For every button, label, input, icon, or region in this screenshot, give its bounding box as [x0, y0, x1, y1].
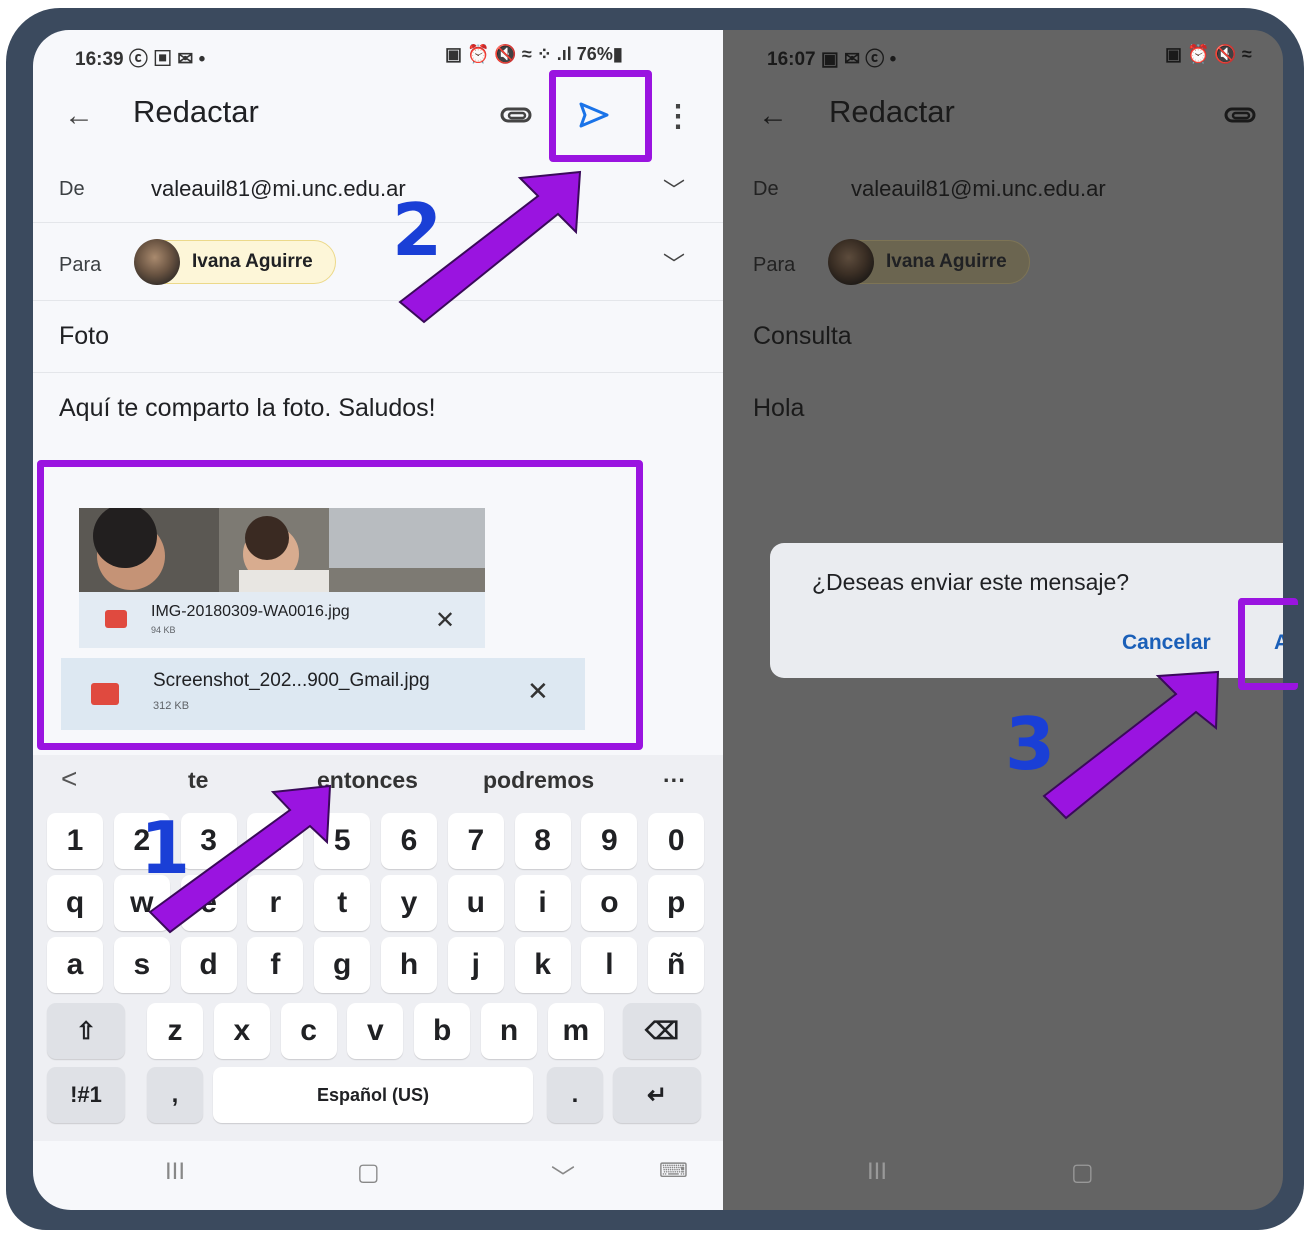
suggestion-bar: < te entonces podremos ··· [33, 755, 723, 811]
navigation-bar: III ▢ ﹀ ⌨ [33, 1140, 723, 1210]
symbols-key[interactable]: !#1 [47, 1067, 125, 1123]
from-label: De [59, 178, 85, 200]
home-icon[interactable]: ▢ [1071, 1158, 1094, 1187]
status-time: 16:07 ▣ ✉ ⓒ • [767, 49, 897, 70]
recipient-name: Ivana Aguirre [192, 251, 313, 272]
recipient-chip[interactable]: Ivana Aguirre [134, 239, 336, 285]
enter-key[interactable]: ↵ [613, 1067, 701, 1123]
backspace-key[interactable]: ⌫ [623, 1003, 701, 1059]
home-icon[interactable]: ▢ [357, 1158, 380, 1187]
recipient-chip[interactable]: Ivana Aguirre [828, 239, 1030, 285]
key-x[interactable]: x [213, 1003, 270, 1059]
from-label: De [753, 178, 779, 200]
body-field[interactable]: Hola [753, 394, 804, 423]
divider [33, 372, 723, 373]
back-nav-icon[interactable]: ﹀ [551, 1158, 575, 1193]
status-time: 16:39 ⓒ ▣ ✉ • [75, 49, 206, 70]
divider [33, 300, 723, 301]
key-6[interactable]: 6 [381, 813, 437, 869]
suggestion-item[interactable]: te [188, 767, 208, 794]
subject-field[interactable]: Consulta [753, 322, 852, 351]
recipient-name: Ivana Aguirre [886, 251, 1007, 272]
navigation-bar: III ▢ [723, 1140, 1283, 1210]
step-number-1: 1 [140, 806, 191, 890]
app-title: Redactar [133, 94, 259, 129]
period-key[interactable]: . [547, 1067, 603, 1123]
send-highlight-box [549, 70, 652, 162]
key-d[interactable]: d [180, 937, 237, 993]
key-k[interactable]: k [514, 937, 571, 993]
from-value: valeauil81@mi.unc.edu.ar [151, 176, 406, 201]
key-i[interactable]: i [514, 875, 571, 931]
key-g[interactable]: g [314, 937, 371, 993]
divider [33, 222, 723, 223]
key-l[interactable]: l [581, 937, 638, 993]
key-c[interactable]: c [280, 1003, 337, 1059]
comma-key[interactable]: , [147, 1067, 203, 1123]
key-h[interactable]: h [381, 937, 437, 993]
paperclip-icon[interactable] [1219, 94, 1263, 138]
to-label: Para [753, 254, 796, 276]
status-icons: ▣ ⏰ 🔇 ≈ ⁘ .ıl 76%▮ [445, 44, 623, 64]
step-number-3: 3 [1005, 702, 1056, 786]
recents-icon[interactable]: III [165, 1158, 185, 1186]
key-y[interactable]: y [381, 875, 437, 931]
key-7[interactable]: 7 [447, 813, 504, 869]
key-r[interactable]: r [247, 875, 304, 931]
avatar [828, 239, 874, 285]
key-z[interactable]: z [147, 1003, 203, 1059]
key-m[interactable]: m [547, 1003, 604, 1059]
keyboard: 1234567890 qwertyuiop asdfghjklñ ⇧ zxcvb… [33, 811, 723, 1141]
avatar [134, 239, 180, 285]
suggestion-more-icon[interactable]: ··· [663, 767, 686, 794]
key-n[interactable]: n [481, 1003, 537, 1059]
key-t[interactable]: t [314, 875, 371, 931]
key-b[interactable]: b [414, 1003, 471, 1059]
status-icons: ▣ ⏰ 🔇 ≈ [1165, 44, 1252, 64]
key-j[interactable]: j [447, 937, 504, 993]
suggestion-item[interactable]: podremos [483, 767, 594, 794]
step-number-2: 2 [392, 188, 443, 272]
body-field[interactable]: Aquí te comparto la foto. Saludos! [59, 394, 436, 423]
to-label: Para [59, 254, 102, 276]
key-p[interactable]: p [648, 875, 705, 931]
key-f[interactable]: f [247, 937, 304, 993]
space-key[interactable]: Español (US) [213, 1067, 533, 1123]
key-0[interactable]: 0 [648, 813, 705, 869]
back-arrow-icon[interactable]: ← [59, 96, 99, 136]
key-9[interactable]: 9 [581, 813, 638, 869]
chevron-down-icon[interactable]: ﹀ [659, 174, 689, 204]
suggestion-item[interactable]: entonces [317, 767, 418, 794]
send-confirm-dialog: ¿Deseas enviar este mensaje? Cancelar A [770, 543, 1283, 678]
recents-icon[interactable]: III [867, 1158, 887, 1186]
shift-key[interactable]: ⇧ [47, 1003, 125, 1059]
dialog-message: ¿Deseas enviar este mensaje? [812, 569, 1130, 595]
right-phone-screen: 16:07 ▣ ✉ ⓒ • ▣ ⏰ 🔇 ≈ ← Redactar De vale… [723, 30, 1283, 1210]
key-u[interactable]: u [447, 875, 504, 931]
suggestion-back-icon[interactable]: < [61, 763, 77, 795]
key-s[interactable]: s [113, 937, 170, 993]
more-options-icon[interactable]: ⋮ [663, 94, 693, 138]
key-ñ[interactable]: ñ [648, 937, 705, 993]
key-v[interactable]: v [347, 1003, 404, 1059]
cancel-button[interactable]: Cancelar [1122, 631, 1211, 655]
back-arrow-icon[interactable]: ← [753, 96, 793, 136]
app-title: Redactar [829, 94, 955, 129]
key-q[interactable]: q [47, 875, 103, 931]
key-8[interactable]: 8 [514, 813, 571, 869]
key-o[interactable]: o [581, 875, 638, 931]
subject-field[interactable]: Foto [59, 322, 109, 351]
accept-highlight-box [1238, 598, 1298, 690]
key-5[interactable]: 5 [314, 813, 371, 869]
keyboard-hide-icon[interactable]: ⌨ [659, 1158, 688, 1183]
key-4[interactable]: 4 [247, 813, 304, 869]
chevron-down-icon[interactable]: ﹀ [659, 248, 689, 278]
key-a[interactable]: a [47, 937, 103, 993]
paperclip-icon[interactable] [495, 94, 539, 138]
from-value: valeauil81@mi.unc.edu.ar [851, 176, 1106, 201]
key-1[interactable]: 1 [47, 813, 103, 869]
attachments-highlight-box [37, 460, 643, 750]
